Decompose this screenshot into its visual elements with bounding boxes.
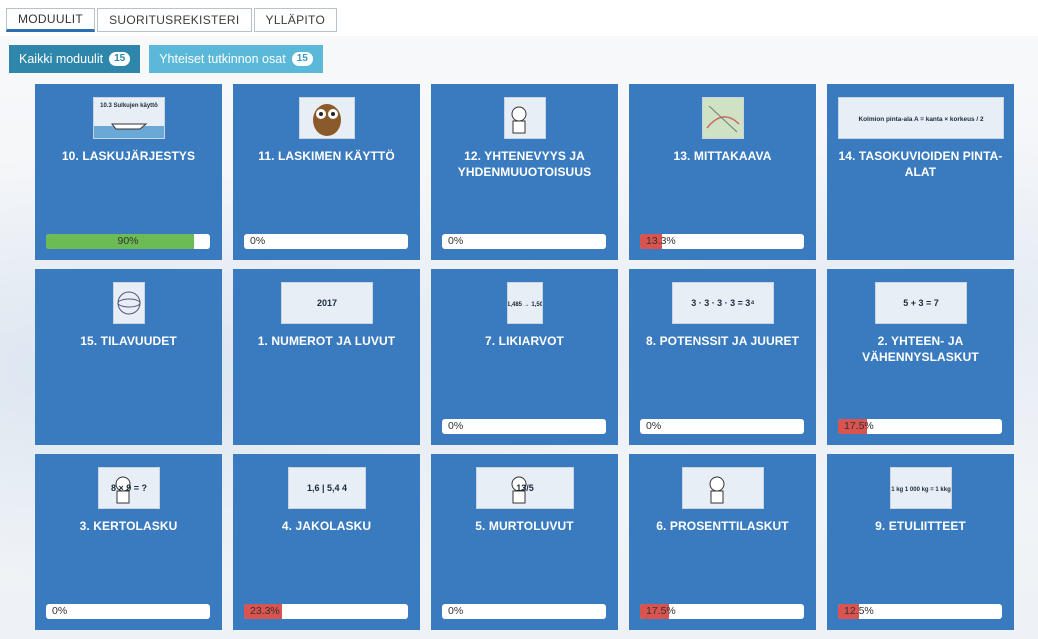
count-badge: 15 <box>291 52 313 66</box>
svg-text:1 kg 1 000 kg = 1 kkg: 1 kg 1 000 kg = 1 kkg <box>891 487 951 493</box>
module-card[interactable]: Kolmion pinta-ala A = kanta × korkeus / … <box>827 84 1014 260</box>
module-card[interactable]: 1,6 | 5,4 4 4. JAKOLASKU 23.3% <box>233 454 420 630</box>
sum-image: 5 + 3 = 7 <box>874 282 967 324</box>
module-title: 15. TILAVUUDET <box>80 334 177 348</box>
progress-bar: 17.5% <box>640 604 804 619</box>
percent-image <box>681 467 764 509</box>
progress-bar: 0% <box>442 419 606 434</box>
progress-bar: 13.3% <box>640 234 804 249</box>
module-card[interactable]: 13/5 5. MURTOLUVUT 0% <box>431 454 618 630</box>
module-card[interactable]: 6. PROSENTTILASKUT 17.5% <box>629 454 816 630</box>
module-title: 7. LIKIARVOT <box>485 334 564 348</box>
filter-label: Kaikki moduulit <box>19 52 104 66</box>
module-title: 14. TASOKUVIOIDEN PINTA-ALAT <box>838 149 1003 179</box>
sphere-image <box>112 282 145 324</box>
svg-text:Kolmion pinta-ala A = kanta ×: Kolmion pinta-ala A = kanta × korkeus / … <box>858 116 984 123</box>
count-badge: 15 <box>109 52 131 66</box>
progress-label: 0% <box>646 420 662 432</box>
tab-moduulit[interactable]: MODUULIT <box>6 8 96 32</box>
character-image <box>503 97 546 139</box>
module-title: 4. JAKOLASKU <box>281 519 372 533</box>
module-title: 6. PROSENTTILASKUT <box>656 519 789 533</box>
fraction-image: 13/5 <box>475 467 574 509</box>
progress-bar: 0% <box>244 234 408 249</box>
module-grid: 10.3 Sulkujen käyttö 10. LASKUJÄRJESTYS 90… <box>35 84 1014 630</box>
tab-suoritusrekisteri[interactable]: SUORITUSREKISTERI <box>97 8 252 32</box>
module-card[interactable]: 8 × 9 = ? 3. KERTOLASKU 0% <box>35 454 222 630</box>
progress-bar: 0% <box>640 419 804 434</box>
module-card[interactable]: 5 + 3 = 7 2. YHTEEN- JA VÄHENNYSLASKUT 17.… <box>827 269 1014 445</box>
progress-bar: 0% <box>442 234 606 249</box>
owl-image <box>298 97 355 139</box>
thinking-person-image: 8 × 9 = ? <box>97 467 160 509</box>
svg-text:13/5: 13/5 <box>516 483 534 493</box>
module-card[interactable]: 15. TILAVUUDET <box>35 269 222 445</box>
module-title: 8. POTENSSIT JA JUURET <box>645 334 800 348</box>
svg-text:3 · 3 · 3 · 3 = 3⁴: 3 · 3 · 3 · 3 = 3⁴ <box>691 298 754 308</box>
progress-label: 13.3% <box>646 235 676 247</box>
progress-label: 0% <box>448 420 464 432</box>
module-title: 1. NUMEROT JA LUVUT <box>257 334 396 348</box>
module-card[interactable]: 3 · 3 · 3 · 3 = 3⁴ 8. POTENSSIT JA JUURET… <box>629 269 816 445</box>
progress-bar: 12.5% <box>838 604 1002 619</box>
module-title: 5. MURTOLUVUT <box>475 519 574 533</box>
progress-label: 12.5% <box>844 605 874 617</box>
module-title: 10. LASKUJÄRJESTYS <box>61 149 196 163</box>
svg-text:10.3 Sulkujen käyttö: 10.3 Sulkujen käyttö <box>100 103 158 109</box>
module-title: 13. MITTAKAAVA <box>673 149 772 163</box>
main-tabs: MODUULIT SUORITUSREKISTERI YLLÄPITO <box>6 8 338 34</box>
module-card[interactable]: 1,485 → 1,50 7. LIKIARVOT 0% <box>431 269 618 445</box>
module-title: 12. YHTENEVYYS JA YHDENMUUOTOISUUS <box>457 149 592 179</box>
progress-label: 17.5% <box>646 605 676 617</box>
svg-text:5 + 3 = 7: 5 + 3 = 7 <box>903 298 939 308</box>
power-image: 3 · 3 · 3 · 3 = 3⁴ <box>671 282 774 324</box>
boat-image: 10.3 Sulkujen käyttö <box>92 97 165 139</box>
division-image: 1,6 | 5,4 4 <box>287 467 366 509</box>
filter-common-parts[interactable]: Yhteiset tutkinnon osat 15 <box>149 45 323 73</box>
svg-text:8 × 9 = ?: 8 × 9 = ? <box>110 483 146 493</box>
progress-bar: 90% <box>46 234 210 249</box>
rounding-image: 1,485 → 1,50 <box>506 282 543 324</box>
progress-label: 0% <box>250 235 266 247</box>
filter-label: Yhteiset tutkinnon osat <box>159 52 286 66</box>
tab-yllapito[interactable]: YLLÄPITO <box>253 8 338 32</box>
progress-label: 0% <box>448 235 464 247</box>
progress-label: 0% <box>52 605 68 617</box>
module-title: 11. LASKIMEN KÄYTTÖ <box>258 149 395 163</box>
svg-text:1,485 → 1,50: 1,485 → 1,50 <box>508 302 542 308</box>
map-image <box>701 97 744 139</box>
module-filters: Kaikki moduulit 15 Yhteiset tutkinnon os… <box>9 45 323 73</box>
progress-bar: 17.5% <box>838 419 1002 434</box>
module-card[interactable]: 11. LASKIMEN KÄYTTÖ 0% <box>233 84 420 260</box>
progress-bar: 0% <box>442 604 606 619</box>
progress-label: 0% <box>448 605 464 617</box>
progress-label: 90% <box>117 235 139 247</box>
module-card[interactable]: 10.3 Sulkujen käyttö 10. LASKUJÄRJESTYS 90… <box>35 84 222 260</box>
prefix-image: 1 kg 1 000 kg = 1 kkg <box>889 467 952 509</box>
module-card[interactable]: 2017 1. NUMEROT JA LUVUT <box>233 269 420 445</box>
module-title: 9. ETULIITTEET <box>875 519 966 533</box>
formula-image: Kolmion pinta-ala A = kanta × korkeus / … <box>837 97 1004 139</box>
numbers-image: 2017 <box>280 282 373 324</box>
progress-label: 17.5% <box>844 420 874 432</box>
svg-text:1,6 | 5,4 4: 1,6 | 5,4 4 <box>306 483 346 493</box>
module-title: 2. YHTEEN- JA VÄHENNYSLASKUT <box>862 334 979 364</box>
progress-bar: 0% <box>46 604 210 619</box>
progress-bar: 23.3% <box>244 604 408 619</box>
module-title: 3. KERTOLASKU <box>79 519 178 533</box>
progress-label: 23.3% <box>250 605 280 617</box>
svg-text:2017: 2017 <box>316 298 336 308</box>
module-card[interactable]: 13. MITTAKAAVA 13.3% <box>629 84 816 260</box>
module-card[interactable]: 1 kg 1 000 kg = 1 kkg 9. ETULIITTEET 12.5% <box>827 454 1014 630</box>
filter-all-modules[interactable]: Kaikki moduulit 15 <box>9 45 141 73</box>
module-card[interactable]: 12. YHTENEVYYS JA YHDENMUUOTOISUUS 0% <box>431 84 618 260</box>
